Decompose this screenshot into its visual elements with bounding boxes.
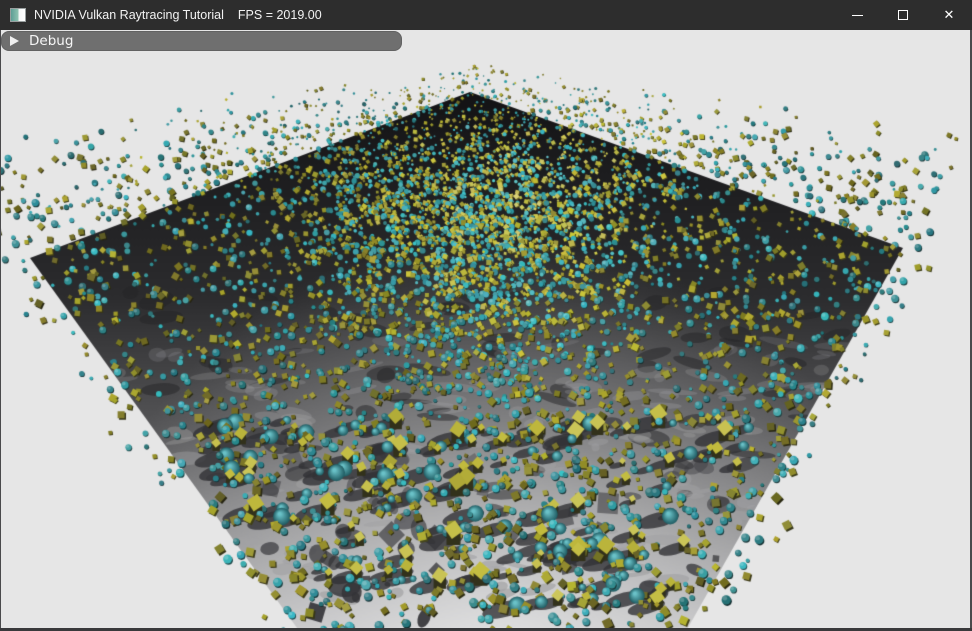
minimize-button[interactable] — [834, 0, 880, 30]
maximize-icon — [898, 10, 908, 20]
minimize-icon — [852, 15, 863, 16]
window-controls: ✕ — [834, 0, 972, 30]
app-icon — [10, 8, 26, 22]
close-button[interactable]: ✕ — [926, 0, 972, 30]
window-title: NVIDIA Vulkan Raytracing Tutorial — [34, 8, 224, 22]
debug-header-label: Debug — [29, 33, 73, 49]
fps-counter: FPS = 2019.00 — [238, 8, 322, 22]
debug-collapsing-header[interactable]: Debug — [1, 31, 402, 51]
window-border-left — [0, 30, 1, 631]
render-viewport[interactable] — [0, 0, 972, 631]
app-window: NVIDIA Vulkan Raytracing Tutorial FPS = … — [0, 0, 972, 631]
window-titlebar[interactable]: NVIDIA Vulkan Raytracing Tutorial FPS = … — [0, 0, 972, 30]
caret-right-icon — [10, 36, 19, 46]
close-icon: ✕ — [944, 9, 955, 22]
maximize-button[interactable] — [880, 0, 926, 30]
